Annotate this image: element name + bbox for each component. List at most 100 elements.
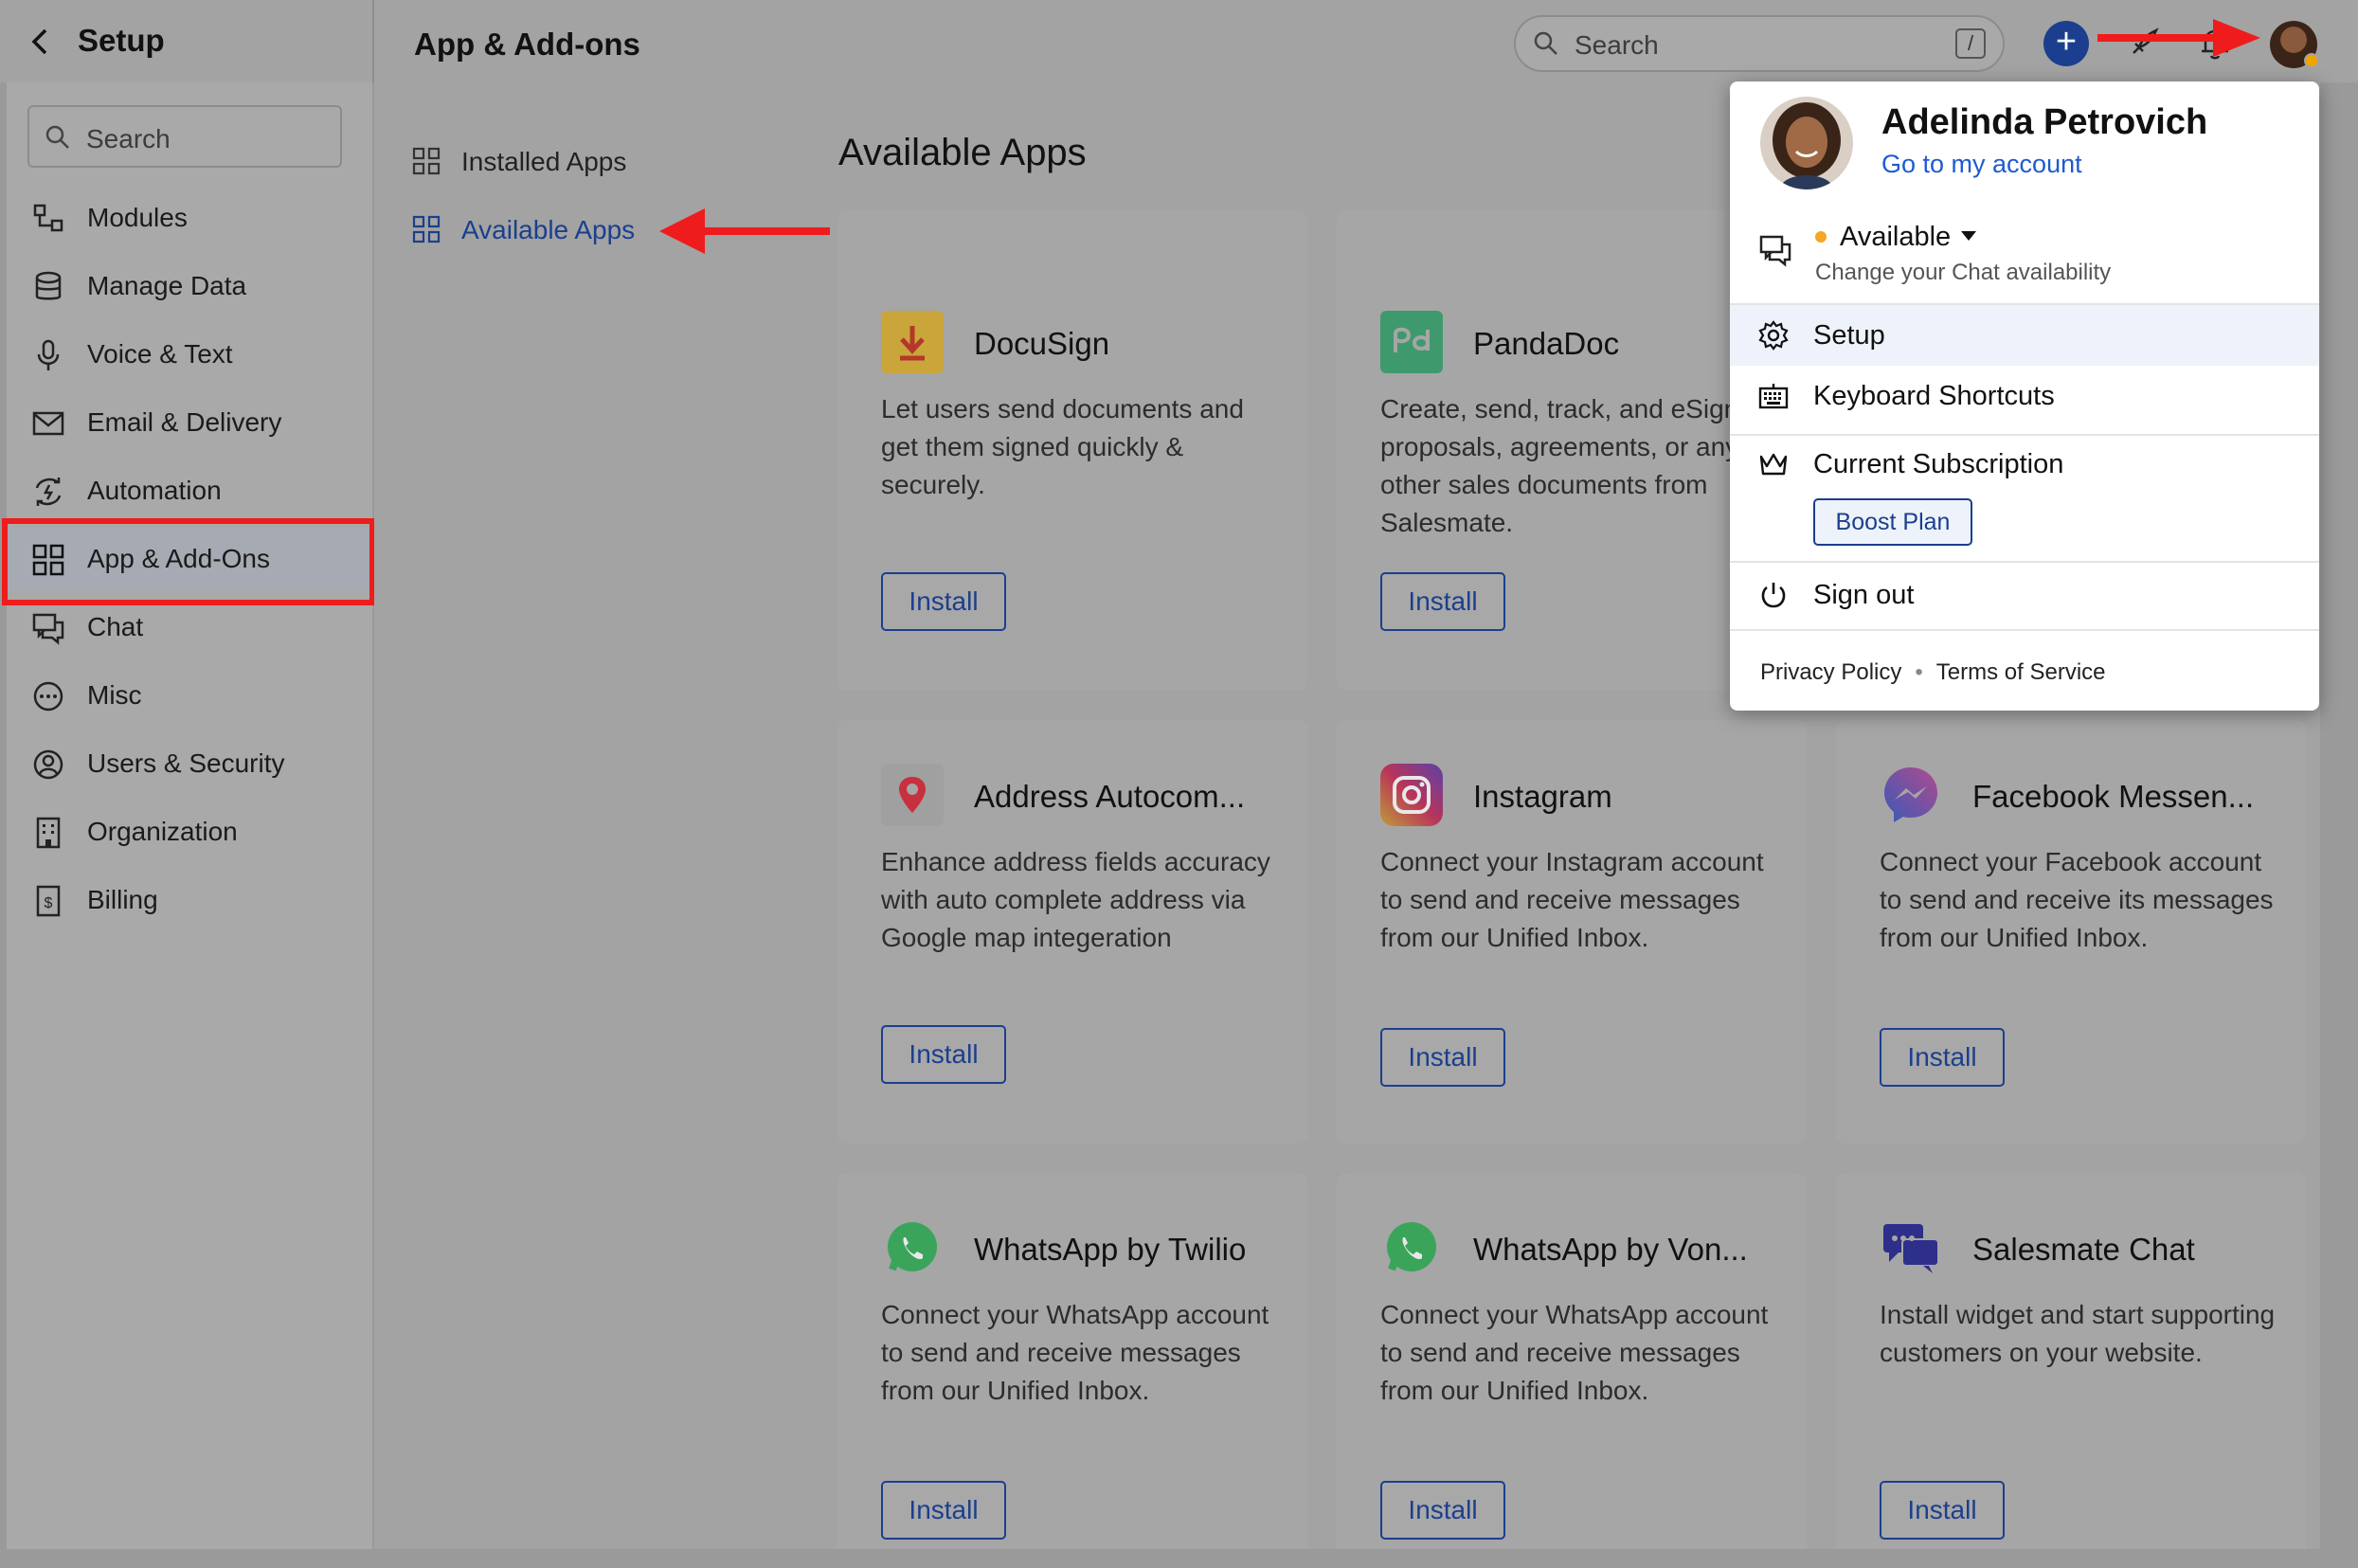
install-button[interactable]: Install — [1380, 1481, 1505, 1540]
sidebar-search-placeholder: Search — [86, 124, 171, 153]
database-icon — [35, 271, 62, 300]
subnav-label: Installed Apps — [461, 147, 627, 176]
menu-item-label: Sign out — [1813, 580, 1915, 610]
install-button[interactable]: Install — [881, 1481, 1006, 1540]
go-to-account-link[interactable]: Go to my account — [1881, 150, 2082, 179]
menu-item-label: Setup — [1813, 320, 1885, 351]
menu-item-current-subscription[interactable]: Current Subscription — [1730, 434, 2319, 495]
app-card-address-autocomplete: Address Autocom... Enhance address field… — [837, 720, 1307, 1144]
instagram-logo-icon — [1380, 764, 1443, 826]
messenger-logo-icon — [1884, 767, 1937, 822]
search-placeholder: Search — [1575, 30, 1659, 60]
menu-item-label: Keyboard Shortcuts — [1813, 381, 2055, 411]
pandadoc-logo-icon — [1380, 311, 1443, 373]
plan-badge[interactable]: Boost Plan — [1813, 498, 1972, 546]
menu-item-label: Current Subscription — [1813, 449, 2064, 479]
sidebar-item-automation[interactable]: Automation — [7, 460, 372, 522]
install-button[interactable]: Install — [1380, 1028, 1505, 1087]
setup-title: Setup — [78, 23, 165, 58]
app-description: Install widget and start supporting cust… — [1880, 1300, 2276, 1367]
menu-item-sign-out[interactable]: Sign out — [1730, 565, 2319, 625]
install-button[interactable]: Install — [881, 1025, 1006, 1084]
modules-icon — [33, 204, 63, 232]
sidebar-item-misc[interactable]: Misc — [7, 664, 372, 727]
app-card-facebook-messenger: Facebook Messen... Connect your Facebook… — [1836, 720, 2306, 1144]
install-button[interactable]: Install — [881, 572, 1006, 631]
sidebar-search-input[interactable]: Search — [27, 105, 342, 168]
bottom-strip — [0, 1549, 2358, 1568]
sidebar-item-label: Misc — [87, 680, 142, 710]
chat-bubbles-logo-icon — [1883, 1224, 1939, 1273]
app-name: WhatsApp by Von... — [1473, 1232, 1748, 1267]
more-icon — [33, 681, 63, 712]
sidebar-item-label: Organization — [87, 817, 238, 846]
user-circle-icon — [33, 749, 63, 780]
global-search[interactable]: Search / — [1514, 15, 2005, 72]
menu-footer: Privacy Policy • Terms of Service — [1760, 659, 2106, 686]
sidebar-item-email-delivery[interactable]: Email & Delivery — [7, 391, 372, 454]
sidebar-item-label: Modules — [87, 203, 188, 232]
caret-down-icon[interactable] — [1961, 231, 1976, 241]
sidebar-item-label: Automation — [87, 476, 222, 505]
microphone-icon — [37, 339, 60, 370]
grid-icon — [412, 147, 441, 175]
top-bar: Setup App & Add-ons Search / + — [0, 0, 2358, 82]
chat-icon — [1759, 235, 1791, 267]
setup-sidebar: Search Modules Manage Data Voice & Text … — [7, 82, 372, 1549]
menu-item-keyboard-shortcuts[interactable]: Keyboard Shortcuts — [1730, 366, 2319, 426]
app-name: Salesmate Chat — [1972, 1232, 2195, 1267]
crown-icon — [1759, 453, 1788, 476]
annotation-arrow-icon — [659, 208, 830, 254]
gear-icon — [1758, 320, 1789, 351]
app-card-salesmate-chat: Salesmate Chat Install widget and start … — [1836, 1173, 2306, 1568]
app-name: DocuSign — [974, 326, 1110, 361]
app-description: Connect your Facebook account to send an… — [1880, 847, 2274, 952]
profile-menu: Adelinda Petrovich Go to my account Avai… — [1730, 81, 2319, 711]
user-avatar — [1760, 97, 1853, 189]
sidebar-item-billing[interactable]: $ Billing — [7, 869, 372, 931]
menu-divider — [1730, 629, 2319, 631]
sidebar-item-label: Chat — [87, 612, 144, 641]
app-name: Instagram — [1473, 779, 1612, 814]
chat-icon — [32, 613, 64, 645]
sidebar-item-manage-data[interactable]: Manage Data — [7, 255, 372, 317]
install-button[interactable]: Install — [1380, 572, 1505, 631]
app-card-instagram: Instagram Connect your Instagram account… — [1337, 720, 1807, 1144]
envelope-icon — [32, 411, 64, 436]
app-name: Facebook Messen... — [1972, 779, 2255, 814]
app-description: Let users send documents and get them si… — [881, 394, 1244, 499]
menu-item-setup[interactable]: Setup — [1730, 305, 2319, 366]
app-description: Connect your Instagram account to send a… — [1380, 847, 1764, 952]
map-pin-logo-icon — [881, 764, 944, 826]
automation-icon — [35, 478, 62, 506]
privacy-policy-link[interactable]: Privacy Policy — [1760, 659, 1901, 685]
building-icon — [36, 817, 61, 849]
sidebar-item-label: Users & Security — [87, 748, 285, 778]
app-card-whatsapp-vonage: WhatsApp by Von... Connect your WhatsApp… — [1337, 1173, 1807, 1568]
app-description: Create, send, track, and eSign proposals… — [1380, 394, 1739, 537]
menu-divider — [1730, 561, 2319, 563]
app-name: PandaDoc — [1473, 326, 1620, 361]
search-icon — [45, 125, 69, 149]
status-dot — [1815, 231, 1827, 243]
docusign-logo-icon — [881, 311, 944, 373]
sidebar-item-users-security[interactable]: Users & Security — [7, 732, 372, 795]
highlight-box — [2, 518, 375, 605]
user-name: Adelinda Petrovich — [1881, 102, 2208, 142]
quick-add-button[interactable]: + — [2043, 21, 2089, 66]
install-button[interactable]: Install — [1880, 1481, 2005, 1540]
billing-icon: $ — [36, 885, 61, 917]
availability-status-dropdown[interactable]: Available — [1840, 222, 1951, 253]
back-arrow-icon[interactable] — [21, 21, 59, 63]
sidebar-item-organization[interactable]: Organization — [7, 801, 372, 863]
power-icon — [1761, 583, 1786, 608]
install-button[interactable]: Install — [1880, 1028, 2005, 1087]
terms-of-service-link[interactable]: Terms of Service — [1936, 659, 2106, 685]
sidebar-item-label: Manage Data — [87, 271, 247, 300]
sidebar-item-label: Voice & Text — [87, 339, 233, 369]
sidebar-item-label: Billing — [87, 885, 158, 914]
app-description: Connect your WhatsApp account to send an… — [1380, 1300, 1769, 1405]
sidebar-item-modules[interactable]: Modules — [7, 187, 372, 249]
status-dot — [2304, 53, 2319, 68]
sidebar-item-voice-text[interactable]: Voice & Text — [7, 323, 372, 386]
